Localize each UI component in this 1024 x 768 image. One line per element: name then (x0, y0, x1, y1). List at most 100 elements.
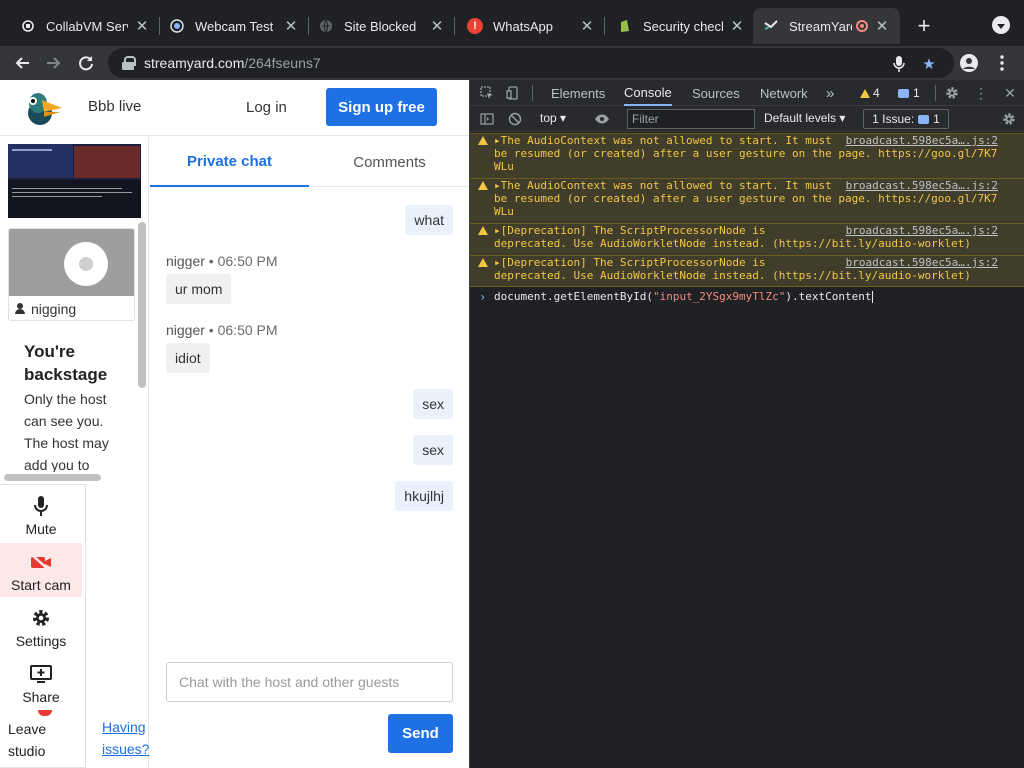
share-button[interactable]: Share (0, 655, 82, 709)
horizontal-scrollbar[interactable] (4, 474, 101, 481)
settings-button[interactable]: Settings (0, 599, 82, 653)
back-arrow-icon (15, 57, 29, 69)
having-issues-link[interactable]: Having issues? (102, 716, 152, 760)
devtools-menu-icon[interactable]: ⋮ (972, 84, 990, 102)
chat-message: what (405, 205, 453, 235)
tab-streamyard[interactable]: StreamYard ✕ (753, 8, 900, 44)
webcam-icon (169, 18, 185, 34)
tab-network[interactable]: Network (760, 80, 808, 106)
tab-sources[interactable]: Sources (692, 80, 740, 106)
lock-icon[interactable] (122, 56, 136, 70)
warning-icon (478, 258, 488, 267)
chat-message: idiot (166, 343, 210, 373)
warning-icon (478, 226, 488, 235)
warning-icon (860, 88, 870, 98)
tab-elements[interactable]: Elements (551, 80, 605, 106)
mute-button[interactable]: Mute (0, 487, 82, 541)
avatar (64, 242, 108, 286)
console-warning[interactable]: ▸[Deprecation] The ScriptProcessorNode i… (470, 223, 1024, 255)
close-icon[interactable]: ✕ (283, 18, 299, 35)
tab-collabvm[interactable]: CollabVM Serv ✕ (0, 8, 160, 44)
device-toolbar-icon[interactable] (504, 84, 522, 102)
console-warning[interactable]: ▸The AudioContext was not allowed to sta… (470, 133, 1024, 178)
prompt-code: document.getElementById( (494, 290, 653, 303)
tab-console[interactable]: Console (624, 80, 672, 106)
chrome-menu-button[interactable] (988, 49, 1016, 77)
console-settings-gear-icon[interactable] (1000, 110, 1018, 128)
console-warning[interactable]: ▸The AudioContext was not allowed to sta… (470, 178, 1024, 223)
having-issues-label: Having issues? (102, 719, 150, 757)
url-path: /264fseuns7 (244, 55, 321, 71)
close-icon[interactable]: ✕ (134, 18, 150, 35)
close-icon[interactable]: ✕ (579, 18, 595, 35)
forward-button[interactable] (40, 49, 68, 77)
warning-icon (478, 181, 488, 190)
tab-comments[interactable]: Comments (310, 137, 469, 187)
tab-whatsapp[interactable]: ! WhatsApp ✕ (447, 8, 605, 44)
log-levels-dropdown[interactable]: Default levels ▾ (764, 111, 845, 125)
bookmark-star-icon[interactable]: ★ (920, 55, 938, 73)
chat-message: sex (413, 389, 453, 419)
send-button[interactable]: Send (388, 714, 453, 753)
info-badge[interactable]: 1 (898, 85, 920, 101)
source-link[interactable]: broadcast.598ec5a….js:2 (846, 256, 998, 269)
login-link[interactable]: Log in (246, 99, 287, 116)
inspect-element-icon[interactable] (478, 84, 496, 102)
duck-logo-icon (28, 93, 62, 125)
close-icon[interactable]: ✕ (729, 18, 745, 35)
page-header: Bbb live Log in Sign up free (0, 80, 469, 136)
leave-studio-button[interactable]: Leave studio (8, 710, 58, 762)
settings-label: Settings (15, 633, 67, 649)
tab-security-check[interactable]: Security check ✕ (597, 8, 755, 44)
back-button[interactable] (8, 49, 36, 77)
close-icon[interactable]: ✕ (429, 18, 445, 35)
message-icon (918, 114, 930, 124)
tab-webcam-test[interactable]: Webcam Test - ✕ (149, 8, 309, 44)
source-link[interactable]: broadcast.598ec5a….js:2 (846, 134, 998, 147)
sidebar-scrollbar[interactable] (138, 222, 146, 388)
more-tabs-icon[interactable]: » (826, 80, 834, 106)
address-bar[interactable]: streamyard.com/264fseuns7 ★ (108, 48, 954, 78)
message-author: nigger (166, 322, 205, 338)
sidebar-toggle-icon[interactable] (478, 110, 496, 128)
devtools-settings-gear-icon[interactable] (943, 84, 961, 102)
close-icon[interactable]: ✕ (874, 18, 890, 35)
streamyard-icon (763, 18, 779, 34)
source-link[interactable]: broadcast.598ec5a….js:2 (846, 224, 998, 237)
message-author: nigger (166, 253, 205, 269)
clear-console-icon[interactable] (506, 110, 524, 128)
console-warning[interactable]: ▸[Deprecation] The ScriptProcessorNode i… (470, 255, 1024, 287)
source-link[interactable]: broadcast.598ec5a….js:2 (846, 179, 998, 192)
warning-icon (478, 136, 488, 145)
console-filter-input[interactable]: Filter (627, 109, 755, 129)
microphone-icon[interactable] (890, 55, 908, 73)
tab-site-blocked[interactable]: Site Blocked ✕ (298, 8, 455, 44)
message-time: 06:50 PM (217, 253, 278, 269)
new-tab-button[interactable]: + (912, 13, 936, 38)
issues-button[interactable]: 1 Issue: 1 (863, 109, 949, 129)
prompt-chevron-icon: › (479, 290, 487, 304)
warnings-badge[interactable]: 4 (860, 85, 880, 101)
signup-button[interactable]: Sign up free (326, 88, 437, 126)
live-expression-eye-icon[interactable] (593, 110, 611, 128)
tab-search-button[interactable] (992, 16, 1010, 34)
console-input[interactable]: › document.getElementById("input_2YSgx9m… (470, 290, 1024, 306)
console-toolbar: top ▾ Filter Default levels ▾ 1 Issue: 1 (470, 106, 1024, 132)
tab-title: Webcam Test - (195, 18, 277, 34)
start-cam-label: Start cam (11, 577, 71, 593)
tab-private-chat[interactable]: Private chat (150, 137, 309, 187)
chat-input[interactable]: Chat with the host and other guests (166, 662, 453, 702)
profile-button[interactable] (955, 49, 983, 77)
stream-preview-thumbnail[interactable] (8, 144, 141, 218)
prompt-code-suffix: ).textContent (785, 290, 872, 303)
backstage-text: Only the host can see you. The host may … (24, 391, 109, 472)
context-value: top (540, 111, 557, 125)
reload-button[interactable] (72, 49, 100, 77)
streamyard-logo[interactable] (24, 88, 64, 128)
browser-toolbar: streamyard.com/264fseuns7 ★ (0, 46, 1024, 80)
close-devtools-icon[interactable]: ✕ (1001, 84, 1019, 102)
start-cam-button[interactable]: Start cam (0, 543, 82, 597)
share-label: Share (22, 689, 60, 705)
url-domain: streamyard.com (144, 55, 245, 71)
context-selector[interactable]: top ▾ (540, 111, 566, 125)
